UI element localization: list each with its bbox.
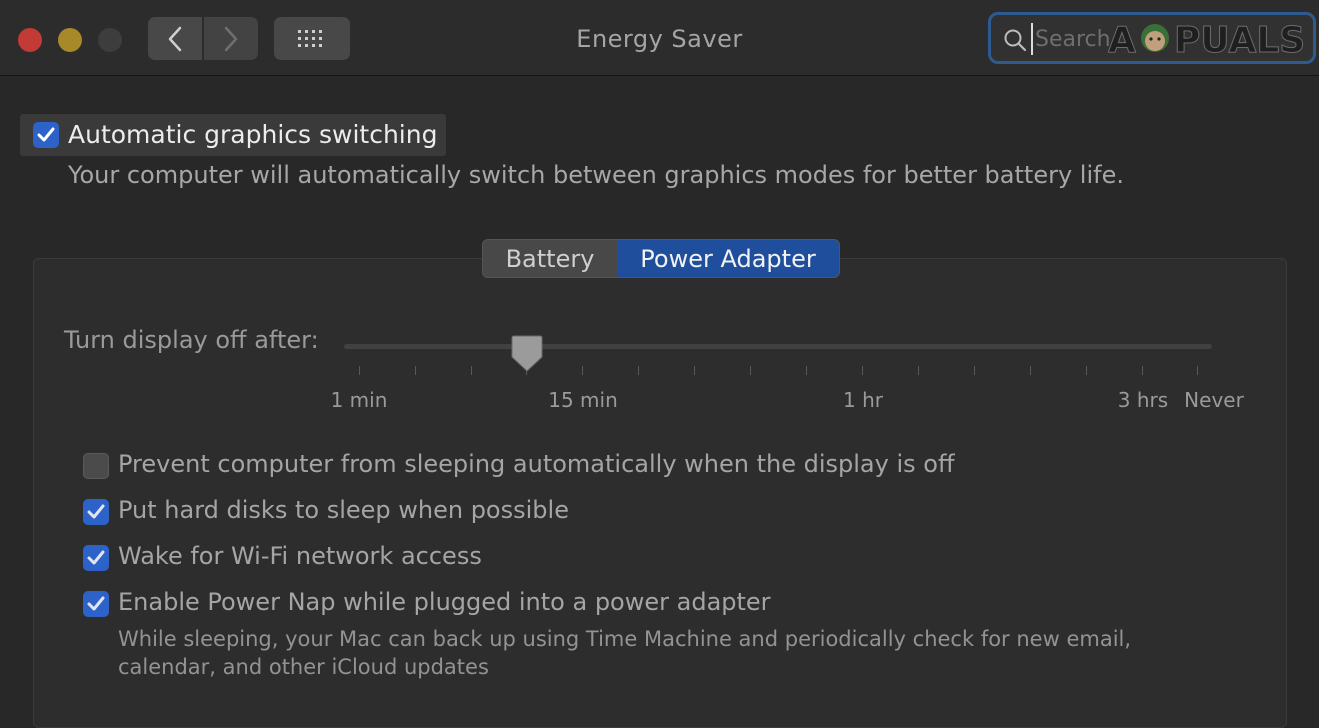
window-titlebar: Energy Saver A PUALS (0, 0, 1319, 76)
slider-tick (862, 366, 863, 375)
checkmark-icon (37, 127, 55, 142)
power-source-segmented-control: Battery Power Adapter (482, 239, 840, 278)
tick-label: 15 min (548, 388, 618, 412)
automatic-graphics-switching-row[interactable]: Automatic graphics switching (20, 114, 446, 156)
slider-tick (471, 366, 472, 375)
slider-tick (1030, 366, 1031, 375)
automatic-graphics-switching-label: Automatic graphics switching (68, 120, 438, 149)
display-sleep-label: Turn display off after: (64, 326, 319, 354)
tick-label: Never (1184, 388, 1244, 412)
slider-tick (359, 366, 360, 375)
power-nap-checkbox[interactable] (83, 591, 109, 617)
prevent-sleep-label: Prevent computer from sleeping automatic… (118, 450, 955, 478)
display-sleep-slider[interactable] (344, 344, 1212, 349)
power-nap-description: While sleeping, your Mac can back up usi… (118, 627, 1132, 679)
power-nap-label: Enable Power Nap while plugged into a po… (118, 588, 771, 616)
tick-label: 1 hr (843, 388, 883, 412)
slider-tick (750, 366, 751, 375)
checkmark-icon (87, 504, 105, 519)
hard-disk-sleep-checkbox[interactable] (83, 499, 109, 525)
tab-battery[interactable]: Battery (483, 240, 617, 277)
search-input[interactable] (1031, 23, 1207, 55)
slider-tick (582, 366, 583, 375)
search-field[interactable] (988, 12, 1316, 64)
slider-tick (918, 366, 919, 375)
automatic-graphics-switching-description: Your computer will automatically switch … (68, 161, 1124, 189)
slider-tick (638, 366, 639, 375)
hard-disk-sleep-label: Put hard disks to sleep when possible (118, 496, 569, 524)
tab-power-adapter[interactable]: Power Adapter (617, 240, 839, 277)
slider-tick (974, 366, 975, 375)
wake-wifi-checkbox[interactable] (83, 545, 109, 571)
automatic-graphics-switching-checkbox[interactable] (33, 122, 59, 148)
tick-label: 1 min (330, 388, 388, 412)
checkmark-icon (87, 596, 105, 611)
slider-tick (415, 366, 416, 375)
search-icon (1004, 29, 1027, 52)
slider-tick (1142, 366, 1143, 375)
wake-wifi-label: Wake for Wi-Fi network access (118, 542, 482, 570)
prevent-sleep-checkbox[interactable] (83, 453, 109, 479)
tick-label: 3 hrs (1117, 388, 1169, 412)
slider-tick (806, 366, 807, 375)
slider-tick (694, 366, 695, 375)
slider-thumb[interactable] (511, 335, 543, 373)
checkmark-icon (87, 550, 105, 565)
slider-tick (1197, 366, 1198, 375)
slider-tick (1086, 366, 1087, 375)
